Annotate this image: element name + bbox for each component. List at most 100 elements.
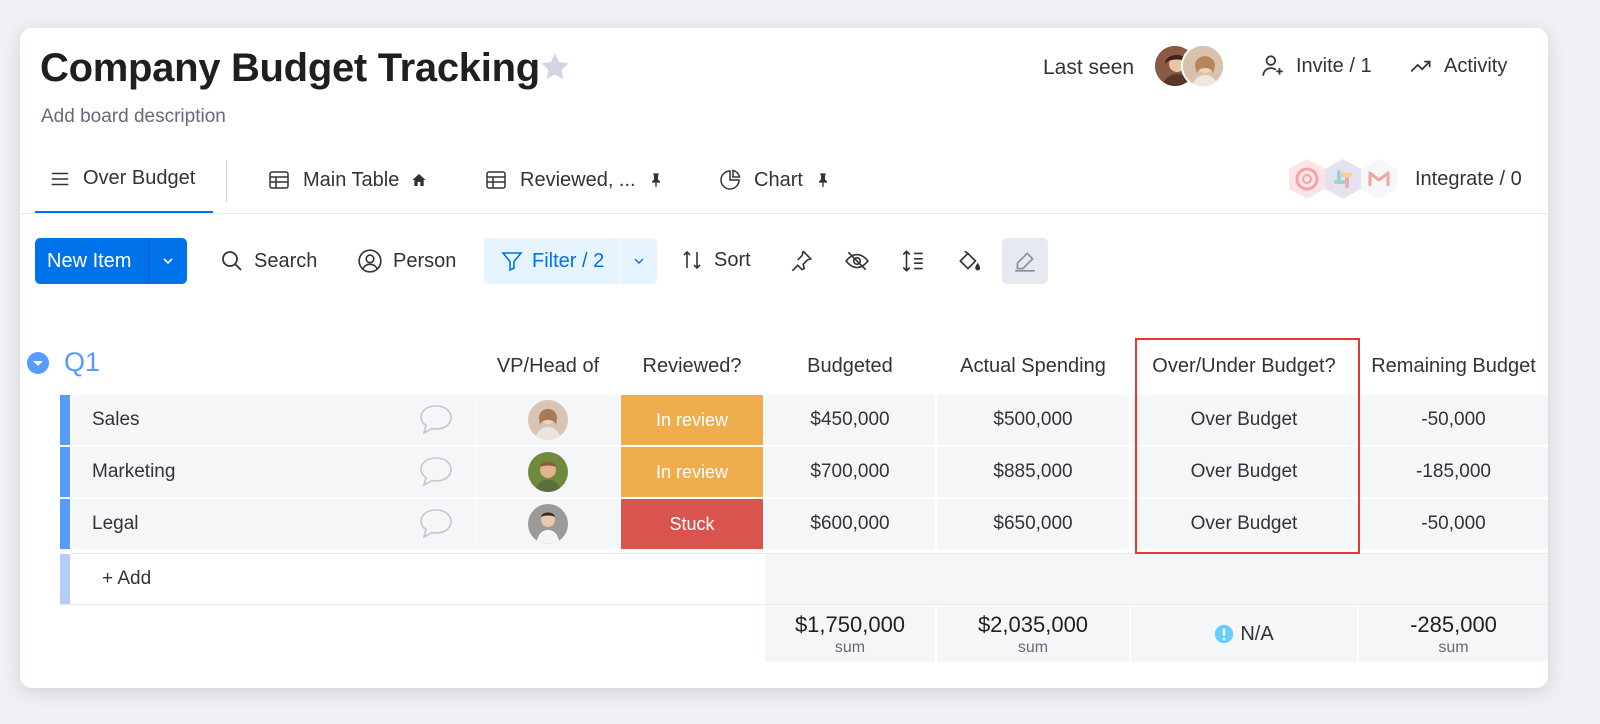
column-header-reviewed[interactable]: Reviewed?: [621, 355, 763, 378]
sort-button[interactable]: Sort: [680, 248, 751, 272]
remaining-cell[interactable]: -185,000: [1359, 447, 1548, 497]
sort-icon: [683, 250, 701, 270]
add-row-bar: [60, 554, 70, 604]
updates-bubble-icon[interactable]: [418, 507, 454, 546]
integrate-button[interactable]: Integrate / 0: [1415, 168, 1522, 191]
updates-bubble-icon[interactable]: [418, 403, 454, 442]
add-item-row[interactable]: + Add: [72, 554, 765, 604]
chevron-down-icon: [163, 258, 173, 265]
activity-label: Activity: [1444, 54, 1508, 77]
person-icon: [358, 249, 382, 273]
summary-remaining: -285,000 sum: [1359, 606, 1548, 662]
updates-bubble-icon[interactable]: [418, 455, 454, 494]
row-color-bar[interactable]: [60, 395, 70, 445]
pin-icon: [818, 173, 827, 188]
search-label: Search: [254, 249, 318, 272]
tab-chart[interactable]: Chart: [718, 168, 831, 192]
tab-reviewed[interactable]: Reviewed, ...: [484, 168, 664, 192]
add-item-label[interactable]: + Add: [102, 568, 151, 590]
actual-spending-cell[interactable]: $885,000: [937, 447, 1129, 497]
table-icon: [269, 171, 289, 189]
search-button[interactable]: Search: [220, 249, 317, 273]
column-highlight-box: [1135, 338, 1360, 554]
filter-label: Filter / 2: [532, 249, 605, 272]
vp-cell[interactable]: [477, 447, 619, 497]
status-badge[interactable]: In review: [621, 395, 763, 445]
budgeted-cell[interactable]: $450,000: [765, 395, 935, 445]
add-row-divider-bottom: [60, 604, 1548, 605]
board-card: Company Budget Tracking Add board descri…: [20, 28, 1548, 688]
pin-columns-button[interactable]: [778, 238, 824, 284]
item-name[interactable]: Sales: [92, 409, 140, 431]
column-header-vp[interactable]: VP/Head of: [477, 355, 619, 378]
hide-columns-button[interactable]: [834, 238, 880, 284]
last-seen-avatars[interactable]: [1153, 44, 1225, 88]
filter-dropdown[interactable]: [620, 238, 657, 284]
tabs-divider: [20, 213, 1548, 214]
actual-spending-cell[interactable]: $500,000: [937, 395, 1129, 445]
chevron-down-circle-icon: [27, 352, 49, 374]
row-color-bar[interactable]: [60, 447, 70, 497]
home-icon: [412, 174, 427, 186]
add-user-icon: [1262, 55, 1283, 76]
summary-label: sum: [834, 638, 866, 656]
new-item-button[interactable]: New Item: [35, 238, 187, 284]
filter-icon: [501, 252, 523, 272]
vp-cell[interactable]: [477, 499, 619, 549]
filter-main[interactable]: Filter / 2: [484, 238, 620, 284]
summary-label: sum: [1438, 638, 1469, 656]
budgeted-cell[interactable]: $700,000: [765, 447, 935, 497]
column-header-actual-spending[interactable]: Actual Spending: [937, 355, 1129, 378]
add-row-fill: [765, 554, 1548, 604]
summary-actual-spending: $2,035,000 sum: [937, 606, 1129, 662]
activity-button[interactable]: Activity: [1408, 53, 1507, 79]
tab-divider: [226, 160, 227, 202]
info-icon[interactable]: [1214, 624, 1234, 644]
budgeted-cell[interactable]: $600,000: [765, 499, 935, 549]
person-filter-button[interactable]: Person: [357, 248, 456, 274]
column-header-budgeted[interactable]: Budgeted: [765, 355, 935, 378]
row-height-button[interactable]: [890, 238, 936, 284]
color-button[interactable]: [946, 238, 992, 284]
favorite-star-icon[interactable]: [538, 50, 572, 89]
paint-bucket-icon: [959, 250, 981, 271]
tab-label: Reviewed, ...: [520, 168, 636, 191]
pie-chart-icon: [720, 169, 741, 190]
gmail-icon: [1358, 158, 1400, 200]
vp-cell[interactable]: [477, 395, 619, 445]
group-collapse-toggle[interactable]: [26, 351, 50, 380]
status-badge[interactable]: In review: [621, 447, 763, 497]
new-item-dropdown[interactable]: [148, 238, 187, 284]
row-color-bar[interactable]: [60, 499, 70, 549]
avatar: [1181, 44, 1225, 88]
item-name[interactable]: Legal: [92, 513, 139, 535]
item-name-cell[interactable]: Sales: [72, 395, 476, 445]
actual-spending-cell[interactable]: $650,000: [937, 499, 1129, 549]
eye-off-icon: [845, 251, 869, 271]
item-name[interactable]: Marketing: [92, 461, 175, 483]
invite-button[interactable]: Invite / 1: [1260, 53, 1372, 79]
status-badge[interactable]: Stuck: [621, 499, 763, 549]
tab-over-budget[interactable]: Over Budget: [49, 167, 195, 190]
tab-label: Chart: [754, 168, 803, 191]
filter-button[interactable]: Filter / 2: [484, 238, 657, 284]
edit-button[interactable]: [1002, 238, 1048, 284]
summary-value: $1,750,000: [794, 611, 906, 637]
remaining-cell[interactable]: -50,000: [1359, 395, 1548, 445]
integration-logos[interactable]: [1286, 156, 1404, 202]
remaining-cell[interactable]: -50,000: [1359, 499, 1548, 549]
board-description[interactable]: Add board description: [41, 106, 226, 128]
tab-main-table[interactable]: Main Table: [267, 168, 427, 192]
item-name-cell[interactable]: Marketing: [72, 447, 476, 497]
item-name-cell[interactable]: Legal: [72, 499, 476, 549]
chevron-down-icon: [634, 258, 644, 264]
pin-icon: [791, 250, 813, 272]
new-item-label[interactable]: New Item: [35, 238, 148, 284]
search-icon: [222, 251, 242, 271]
summary-value: $2,035,000: [977, 611, 1089, 637]
column-header-remaining[interactable]: Remaining Budget: [1359, 355, 1548, 378]
group-title[interactable]: Q1: [64, 347, 100, 378]
summary-over-under: N/A: [1131, 606, 1357, 662]
row-height-icon: [902, 250, 923, 272]
board-title[interactable]: Company Budget Tracking: [40, 46, 540, 91]
